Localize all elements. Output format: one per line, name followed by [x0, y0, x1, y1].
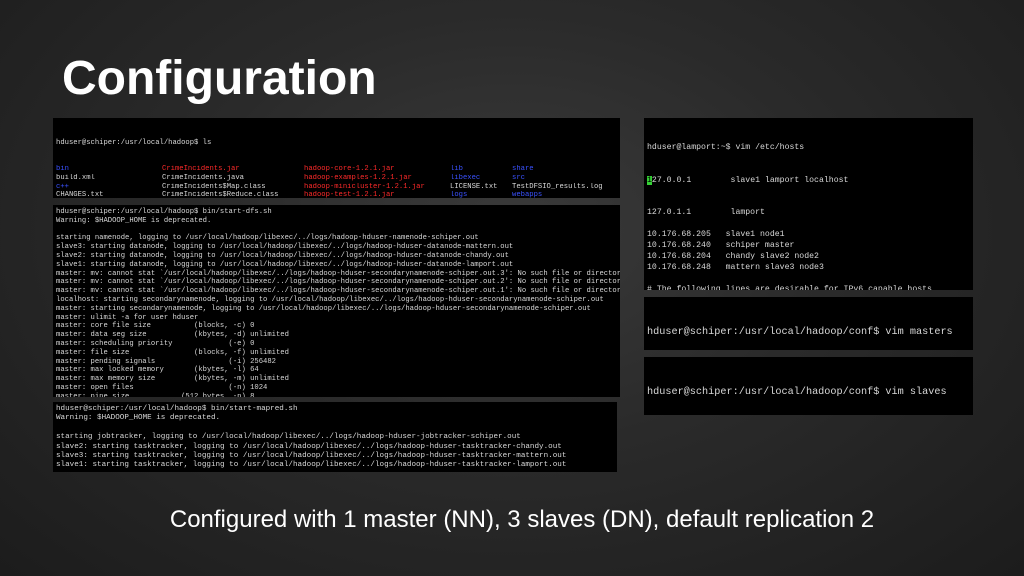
start-mapred-terminal[interactable]: hduser@schiper:/usr/local/hadoop$ bin/st…: [53, 402, 617, 472]
terminal-output-line: starting jobtracker, logging to /usr/loc…: [56, 433, 521, 442]
masters-terminal[interactable]: hduser@schiper:/usr/local/hadoop/conf$ v…: [644, 297, 973, 350]
masters-prompt: hduser@schiper:/usr/local/hadoop/conf$ v…: [647, 327, 953, 339]
ls-entry: hadoop-test-1.2.1.jar: [304, 191, 395, 198]
ls-file-grid: bin CrimeIncidents.jar hadoop-core-1.2.1.j…: [56, 165, 617, 198]
ls-entry: hadoop-examples-1.2.1.jar: [304, 173, 412, 182]
hosts-line: ​: [647, 274, 970, 285]
terminal-output-line: master: max memory size (kbytes, -m) unl…: [56, 375, 289, 384]
terminal-output-line: starting namenode, logging to /usr/local…: [56, 234, 479, 243]
terminal-output-line: master: data seg size (kbytes, -d) unlim…: [56, 331, 289, 340]
terminal-output-line: hduser@schiper:/usr/local/hadoop$ bin/st…: [56, 208, 272, 216]
hosts-line: ​: [647, 219, 970, 230]
ls-entry: hadoop-core-1.2.1.jar: [304, 164, 395, 173]
terminal-output-line: master: scheduling priority (-e) 0: [56, 339, 255, 348]
terminal-output-line: master: mv: cannot stat `/usr/local/hado…: [56, 269, 620, 278]
hosts-file-content: 127.0.1.1 lamport​10.176.68.205 slave1 n…: [647, 208, 970, 290]
slaves-terminal[interactable]: hduser@schiper:/usr/local/hadoop/conf$ v…: [644, 357, 973, 415]
terminal-output-line: Warning: $HADOOP_HOME is deprecated.: [56, 414, 221, 423]
hosts-line: 10.176.68.240 schiper master: [647, 240, 795, 250]
ls-entry: logs: [450, 191, 468, 198]
terminal-output-line: master: mv: cannot stat `/usr/local/hado…: [56, 287, 620, 296]
terminal-output-line: master: starting secondarynamenode, logg…: [56, 304, 591, 313]
hosts-line: 10.176.68.204 chandy slave2 node2: [647, 251, 819, 261]
slide-caption: Configured with 1 master (NN), 3 slaves …: [169, 506, 875, 533]
ls-entry: CrimeIncidents.jar: [162, 164, 240, 173]
terminal-output-line: Warning: $HADOOP_HOME is deprecated.: [56, 216, 212, 225]
terminal-output-line: master: pending signals (-i) 256482: [56, 357, 276, 366]
terminal-output-line: master: open files (-n) 1024: [56, 383, 268, 392]
ls-entry: build.xml: [56, 173, 95, 182]
ls-entry: TestDFSIO_results.log: [512, 182, 603, 191]
ls-entry: libexec: [450, 173, 481, 182]
ls-entry: LICENSE.txt: [450, 182, 498, 191]
terminal-output-line: slave3: starting datanode, logging to /u…: [56, 243, 514, 252]
terminal-output-line: slave3: starting tasktracker, logging to…: [56, 452, 567, 461]
ls-terminal[interactable]: hduser@schiper:/usr/local/hadoop$ ls bin…: [53, 118, 620, 198]
ls-entry: CHANGES.txt: [56, 191, 104, 198]
slide-title: Configuration: [62, 52, 377, 105]
ls-entry: src: [512, 173, 525, 182]
terminal-output-line: slave1: starting tasktracker, logging to…: [56, 461, 567, 470]
ls-prompt: hduser@schiper:/usr/local/hadoop$ ls: [56, 138, 212, 147]
ls-entry: CrimeIncidents$Reduce.class: [162, 191, 279, 198]
terminal-output-line: localhost: starting secondarynamenode, l…: [56, 295, 604, 304]
hosts-line: 10.176.68.248 mattern slave3 node3: [647, 262, 824, 272]
hosts-first-line: 127.0.0.1 slave1 lamport localhost: [647, 175, 849, 185]
ls-entry: c++: [56, 182, 69, 191]
ls-entry: bin: [56, 164, 69, 173]
hosts-line: 10.176.68.205 slave1 node1: [647, 230, 785, 240]
terminal-output-line: ​: [56, 424, 614, 433]
terminal-output-line: slave2: starting datanode, logging to /u…: [56, 251, 509, 260]
terminal-output-line: master: max locked memory (kbytes, -l) 6…: [56, 366, 259, 375]
hosts-terminal[interactable]: hduser@lamport:~$ vim /etc/hosts 127.0.0…: [644, 118, 973, 290]
ls-entry: share: [512, 164, 534, 173]
terminal-output-line: master: core file size (blocks, -c) 0: [56, 322, 255, 331]
terminal-output-line: master: pipe size (512 bytes, -p) 8: [56, 392, 255, 397]
terminal-output-line: slave1: starting datanode, logging to /u…: [56, 260, 514, 269]
hosts-line: # The following lines are desirable for …: [647, 284, 932, 290]
terminal-output-line: master: ulimit -a for user hduser: [56, 313, 199, 322]
slaves-prompt: hduser@schiper:/usr/local/hadoop/conf$ v…: [647, 387, 947, 399]
ls-entry: hadoop-minicluster-1.2.1.jar: [304, 182, 425, 191]
hosts-prompt: hduser@lamport:~$ vim /etc/hosts: [647, 142, 805, 152]
terminal-output-line: slave2: starting tasktracker, logging to…: [56, 442, 562, 451]
terminal-output-line: hduser@schiper:/usr/local/hadoop$ bin/st…: [56, 405, 298, 413]
terminal-output-line: ​: [56, 226, 617, 235]
start-dfs-terminal[interactable]: hduser@schiper:/usr/local/hadoop$ bin/st…: [53, 205, 620, 397]
terminal-output-line: master: mv: cannot stat `/usr/local/hado…: [56, 278, 620, 287]
hosts-line: 127.0.1.1 lamport: [647, 208, 765, 218]
ls-entry: webapps: [512, 191, 543, 198]
ls-entry: CrimeIncidents$Map.class: [162, 182, 266, 191]
ls-entry: lib: [450, 164, 463, 173]
terminal-output-line: master: file size (blocks, -f) unlimited: [56, 348, 289, 357]
ls-entry: CrimeIncidents.java: [162, 173, 244, 182]
